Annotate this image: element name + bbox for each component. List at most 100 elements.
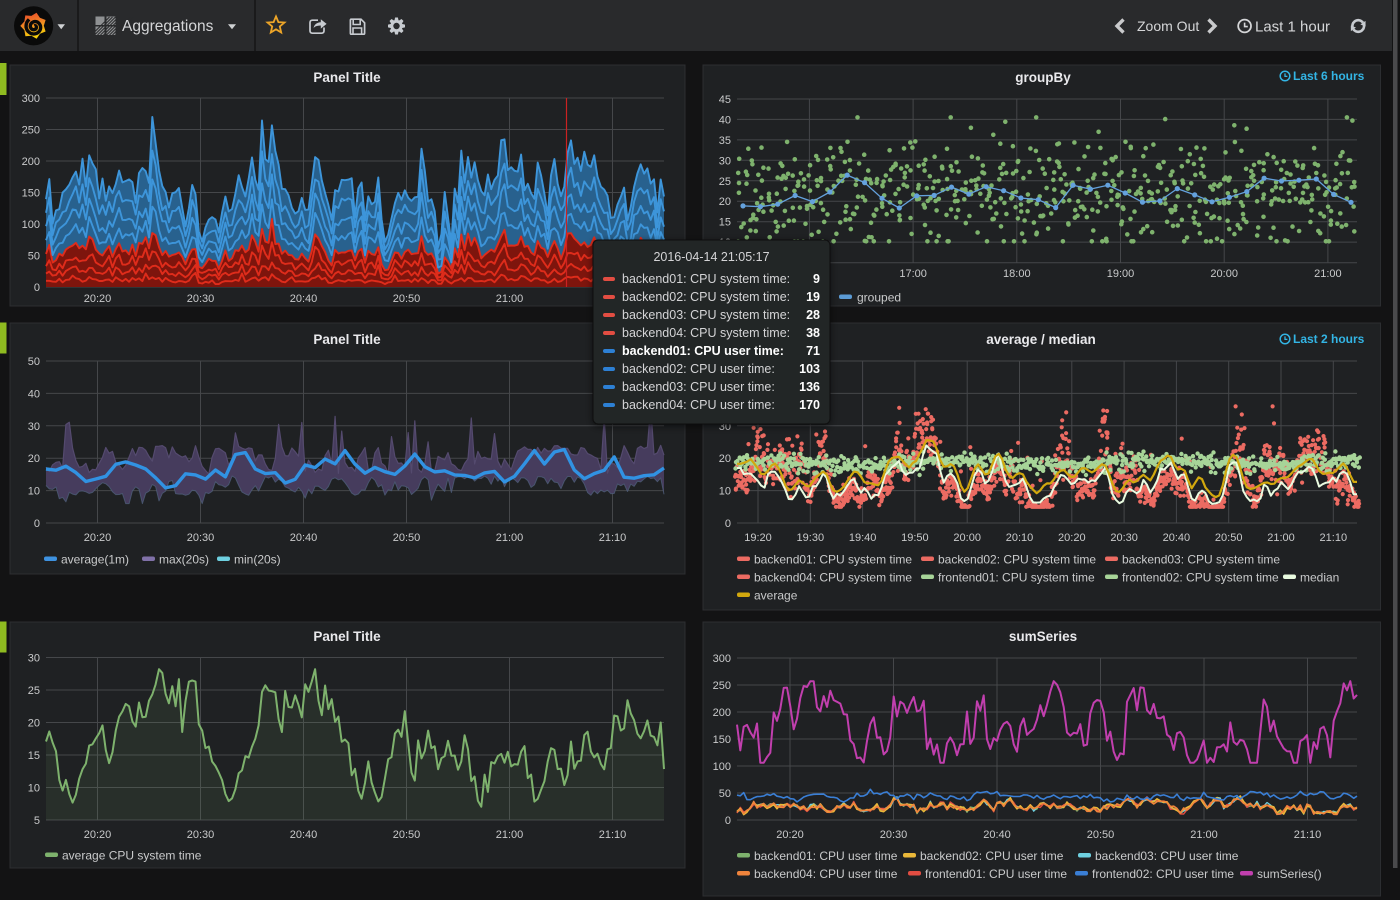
- svg-text:20:30: 20:30: [880, 829, 908, 841]
- svg-text:0: 0: [34, 518, 40, 530]
- svg-text:20:40: 20:40: [1163, 532, 1191, 544]
- svg-text:sumSeries: sumSeries: [1009, 629, 1077, 644]
- svg-text:backend02: CPU user time:: backend02: CPU user time:: [622, 362, 775, 376]
- svg-text:average / median: average / median: [986, 332, 1096, 347]
- svg-text:backend01: CPU system time:: backend01: CPU system time:: [622, 272, 790, 286]
- svg-text:backend02: CPU user time: backend02: CPU user time: [920, 849, 1064, 863]
- svg-text:20:40: 20:40: [983, 829, 1011, 841]
- svg-text:max(20s): max(20s): [159, 553, 209, 567]
- svg-text:20:00: 20:00: [1210, 268, 1238, 280]
- svg-text:average CPU system time: average CPU system time: [62, 849, 202, 863]
- svg-text:20: 20: [719, 196, 731, 208]
- svg-text:300: 300: [22, 93, 40, 105]
- svg-text:frontend01: CPU system time: frontend01: CPU system time: [938, 571, 1095, 585]
- svg-text:20:20: 20:20: [1058, 532, 1086, 544]
- svg-text:15: 15: [719, 217, 731, 229]
- svg-text:103: 103: [799, 362, 820, 376]
- svg-text:10: 10: [28, 783, 40, 795]
- svg-text:median: median: [1300, 571, 1339, 585]
- svg-text:21:10: 21:10: [599, 829, 627, 841]
- svg-text:21:00: 21:00: [1190, 829, 1218, 841]
- svg-text:170: 170: [799, 398, 820, 412]
- svg-text:71: 71: [806, 344, 820, 358]
- svg-text:21:00: 21:00: [496, 829, 524, 841]
- svg-text:backend03: CPU system time: backend03: CPU system time: [1122, 553, 1280, 567]
- svg-text:sumSeries(): sumSeries(): [1257, 867, 1322, 881]
- svg-text:250: 250: [713, 680, 731, 692]
- svg-text:19: 19: [806, 290, 820, 304]
- svg-text:19:40: 19:40: [849, 532, 877, 544]
- svg-text:20:20: 20:20: [84, 293, 112, 305]
- svg-text:backend02: CPU system time: backend02: CPU system time: [938, 553, 1096, 567]
- svg-text:250: 250: [22, 125, 40, 137]
- svg-text:35: 35: [719, 135, 731, 147]
- svg-text:0: 0: [34, 282, 40, 294]
- svg-text:Last 2 hours: Last 2 hours: [1293, 332, 1365, 346]
- svg-text:25: 25: [28, 685, 40, 697]
- svg-text:Last 1 hour: Last 1 hour: [1255, 19, 1330, 36]
- svg-text:5: 5: [34, 815, 40, 827]
- svg-text:20:40: 20:40: [290, 532, 318, 544]
- svg-text:backend01: CPU user time: backend01: CPU user time: [754, 849, 898, 863]
- svg-text:10: 10: [28, 486, 40, 498]
- svg-text:300: 300: [713, 653, 731, 665]
- svg-text:backend04: CPU user time:: backend04: CPU user time:: [622, 398, 775, 412]
- svg-text:40: 40: [28, 388, 40, 400]
- svg-text:50: 50: [28, 356, 40, 368]
- svg-text:20:50: 20:50: [393, 532, 421, 544]
- svg-text:21:00: 21:00: [496, 293, 524, 305]
- svg-text:21:10: 21:10: [1294, 829, 1322, 841]
- svg-text:25: 25: [719, 176, 731, 188]
- svg-text:45: 45: [719, 94, 731, 106]
- svg-text:20: 20: [28, 718, 40, 730]
- svg-text:20:20: 20:20: [84, 532, 112, 544]
- svg-text:136: 136: [799, 380, 820, 394]
- svg-text:30: 30: [28, 653, 40, 665]
- svg-text:groupBy: groupBy: [1015, 70, 1071, 85]
- svg-text:18:00: 18:00: [1003, 268, 1031, 280]
- svg-text:38: 38: [806, 326, 820, 340]
- svg-text:grouped: grouped: [857, 291, 901, 305]
- svg-text:average(1m): average(1m): [61, 553, 129, 567]
- svg-text:20: 20: [28, 453, 40, 465]
- svg-text:backend01: CPU system time: backend01: CPU system time: [754, 553, 912, 567]
- svg-text:15: 15: [28, 750, 40, 762]
- svg-text:20:40: 20:40: [290, 829, 318, 841]
- svg-text:backend03: CPU system time:: backend03: CPU system time:: [622, 308, 790, 322]
- svg-text:20:30: 20:30: [187, 293, 215, 305]
- svg-text:150: 150: [713, 734, 731, 746]
- svg-text:19:20: 19:20: [744, 532, 772, 544]
- svg-text:20:40: 20:40: [290, 293, 318, 305]
- svg-text:backend01: CPU user time:: backend01: CPU user time:: [622, 344, 784, 358]
- svg-text:30: 30: [28, 421, 40, 433]
- svg-text:backend02: CPU system time:: backend02: CPU system time:: [622, 290, 790, 304]
- svg-text:Panel Title: Panel Title: [313, 70, 381, 85]
- svg-text:backend03: CPU user time:: backend03: CPU user time:: [622, 380, 775, 394]
- svg-text:20:50: 20:50: [393, 293, 421, 305]
- svg-text:min(20s): min(20s): [234, 553, 281, 567]
- svg-text:frontend01: CPU user time: frontend01: CPU user time: [925, 867, 1067, 881]
- svg-text:17:00: 17:00: [899, 268, 927, 280]
- svg-text:20:50: 20:50: [1215, 532, 1243, 544]
- svg-text:20:30: 20:30: [1110, 532, 1138, 544]
- svg-text:50: 50: [719, 788, 731, 800]
- svg-text:21:10: 21:10: [1320, 532, 1348, 544]
- svg-text:backend03: CPU user time: backend03: CPU user time: [1095, 849, 1239, 863]
- svg-text:0: 0: [725, 518, 731, 530]
- svg-text:frontend02: CPU system time: frontend02: CPU system time: [1122, 571, 1279, 585]
- svg-text:Last 6 hours: Last 6 hours: [1293, 69, 1365, 83]
- svg-text:19:50: 19:50: [901, 532, 929, 544]
- svg-text:Aggregations: Aggregations: [122, 18, 214, 35]
- svg-text:19:00: 19:00: [1107, 268, 1135, 280]
- svg-text:20:50: 20:50: [1087, 829, 1115, 841]
- svg-text:20:20: 20:20: [776, 829, 804, 841]
- svg-text:20:20: 20:20: [84, 829, 112, 841]
- svg-text:0: 0: [725, 815, 731, 827]
- svg-text:20:30: 20:30: [187, 532, 215, 544]
- svg-text:frontend02: CPU user time: frontend02: CPU user time: [1092, 867, 1234, 881]
- svg-text:10: 10: [719, 486, 731, 498]
- svg-text:21:00: 21:00: [496, 532, 524, 544]
- svg-text:40: 40: [719, 114, 731, 126]
- svg-text:average: average: [754, 589, 798, 603]
- svg-text:backend04: CPU system time:: backend04: CPU system time:: [622, 326, 790, 340]
